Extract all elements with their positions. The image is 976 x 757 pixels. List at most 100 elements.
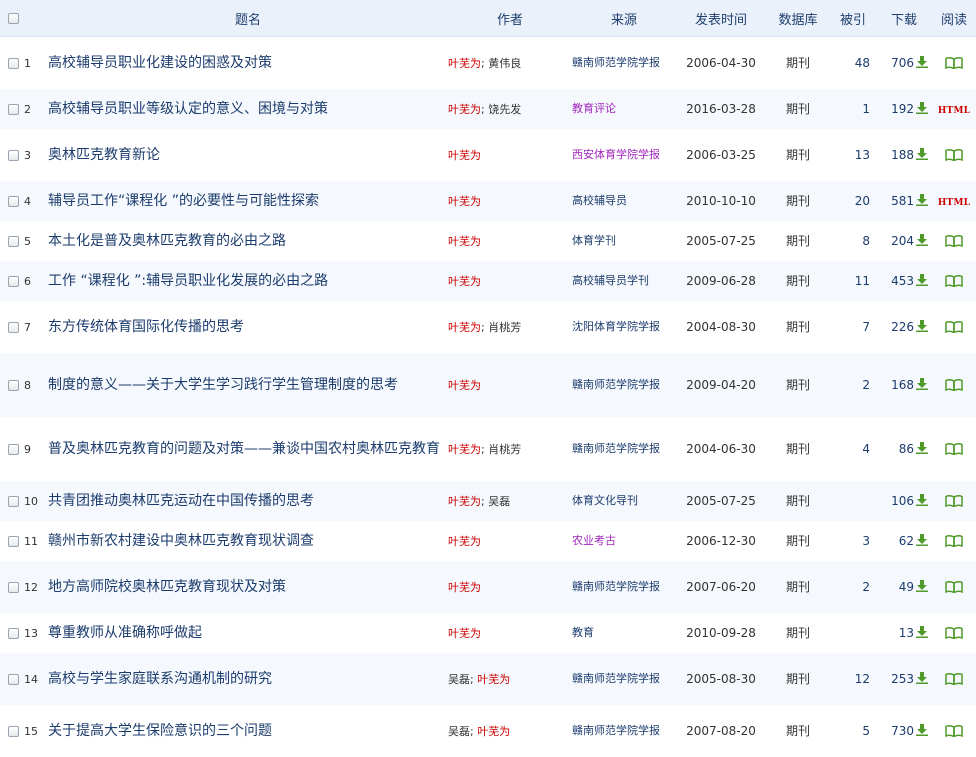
download-icon[interactable]: [916, 579, 928, 592]
cited-count[interactable]: 3: [830, 521, 876, 561]
author-link[interactable]: 叶芜为: [448, 581, 481, 594]
author-link[interactable]: 叶芜为: [448, 235, 481, 248]
download-icon[interactable]: [916, 55, 928, 68]
download-icon[interactable]: [916, 273, 928, 286]
header-title[interactable]: 题名: [48, 0, 448, 37]
download-icon[interactable]: [916, 377, 928, 390]
article-title-link[interactable]: 关于提高大学生保险意识的三个问题: [48, 705, 448, 757]
source-link[interactable]: 赣南师范学院学报: [572, 417, 676, 481]
cited-count[interactable]: 1: [830, 89, 876, 129]
row-checkbox[interactable]: [8, 581, 19, 593]
article-title-link[interactable]: 工作 “课程化 ”:辅导员职业化发展的必由之路: [48, 261, 448, 301]
source-link[interactable]: 高校辅导员学刊: [572, 261, 676, 301]
download-cell[interactable]: 453: [876, 261, 932, 301]
download-cell[interactable]: 106: [876, 481, 932, 521]
row-checkbox[interactable]: [8, 321, 19, 333]
article-title-link[interactable]: 奥林匹克教育新论: [48, 129, 448, 181]
row-checkbox[interactable]: [8, 235, 19, 247]
download-cell[interactable]: 226: [876, 301, 932, 353]
download-cell[interactable]: 168: [876, 353, 932, 417]
book-read-icon[interactable]: [945, 235, 963, 248]
download-cell[interactable]: 86: [876, 417, 932, 481]
source-link[interactable]: 教育评论: [572, 89, 676, 129]
author-link[interactable]: 吴磊: [488, 495, 510, 508]
book-read-icon[interactable]: [945, 673, 963, 686]
author-link[interactable]: 吴磊: [448, 673, 470, 686]
row-checkbox[interactable]: [8, 57, 19, 69]
cited-count[interactable]: 48: [830, 37, 876, 89]
download-cell[interactable]: 13: [876, 613, 932, 653]
author-link[interactable]: 叶芜为: [477, 725, 510, 738]
author-link[interactable]: 叶芜为: [448, 535, 481, 548]
html-read-icon[interactable]: HTML: [938, 106, 970, 116]
cited-count[interactable]: 2: [830, 353, 876, 417]
row-checkbox[interactable]: [8, 725, 19, 737]
article-title-link[interactable]: 地方高师院校奥林匹克教育现状及对策: [48, 561, 448, 613]
article-title-link[interactable]: 普及奥林匹克教育的问题及对策——兼谈中国农村奥林匹克教育: [48, 417, 448, 481]
html-read-icon[interactable]: HTML: [938, 198, 970, 208]
book-read-icon[interactable]: [945, 57, 963, 70]
row-checkbox[interactable]: [8, 149, 19, 161]
header-cited[interactable]: 被引: [830, 0, 876, 37]
article-title-link[interactable]: 尊重教师从准确称呼做起: [48, 613, 448, 653]
author-link[interactable]: 叶芜为: [448, 57, 481, 70]
header-source[interactable]: 来源: [572, 0, 676, 37]
author-link[interactable]: 肖桃芳: [488, 443, 521, 456]
download-cell[interactable]: 581: [876, 181, 932, 221]
cited-count[interactable]: [830, 613, 876, 653]
row-checkbox[interactable]: [8, 495, 19, 507]
author-link[interactable]: 叶芜为: [448, 103, 481, 116]
author-link[interactable]: 叶芜为: [448, 275, 481, 288]
source-link[interactable]: 高校辅导员: [572, 181, 676, 221]
cited-count[interactable]: 12: [830, 653, 876, 705]
author-link[interactable]: 黄伟良: [488, 57, 521, 70]
book-read-icon[interactable]: [945, 275, 963, 288]
download-icon[interactable]: [916, 671, 928, 684]
cited-count[interactable]: [830, 481, 876, 521]
article-title-link[interactable]: 高校与学生家庭联系沟通机制的研究: [48, 653, 448, 705]
header-database[interactable]: 数据库: [766, 0, 830, 37]
cited-count[interactable]: 5: [830, 705, 876, 757]
article-title-link[interactable]: 制度的意义——关于大学生学习践行学生管理制度的思考: [48, 353, 448, 417]
author-link[interactable]: 吴磊: [448, 725, 470, 738]
author-link[interactable]: 肖桃芳: [488, 321, 521, 334]
cited-count[interactable]: 8: [830, 221, 876, 261]
book-read-icon[interactable]: [945, 581, 963, 594]
source-link[interactable]: 体育学刊: [572, 221, 676, 261]
author-link[interactable]: 叶芜为: [448, 443, 481, 456]
source-link[interactable]: 赣南师范学院学报: [572, 705, 676, 757]
book-read-icon[interactable]: [945, 149, 963, 162]
book-read-icon[interactable]: [945, 495, 963, 508]
article-title-link[interactable]: 赣州市新农村建设中奥林匹克教育现状调查: [48, 521, 448, 561]
source-link[interactable]: 农业考古: [572, 521, 676, 561]
article-title-link[interactable]: 本土化是普及奥林匹克教育的必由之路: [48, 221, 448, 261]
download-icon[interactable]: [916, 533, 928, 546]
download-icon[interactable]: [916, 193, 928, 206]
cited-count[interactable]: 7: [830, 301, 876, 353]
cited-count[interactable]: 20: [830, 181, 876, 221]
book-read-icon[interactable]: [945, 627, 963, 640]
download-cell[interactable]: 49: [876, 561, 932, 613]
article-title-link[interactable]: 东方传统体育国际化传播的思考: [48, 301, 448, 353]
select-all-checkbox[interactable]: [8, 12, 19, 24]
row-checkbox[interactable]: [8, 627, 19, 639]
book-read-icon[interactable]: [945, 321, 963, 334]
row-checkbox[interactable]: [8, 673, 19, 685]
author-link[interactable]: 叶芜为: [448, 149, 481, 162]
row-checkbox[interactable]: [8, 443, 19, 455]
book-read-icon[interactable]: [945, 443, 963, 456]
download-cell[interactable]: 192: [876, 89, 932, 129]
header-downloads[interactable]: 下载: [876, 0, 932, 37]
article-title-link[interactable]: 高校辅导员职业等级认定的意义、困境与对策: [48, 89, 448, 129]
cited-count[interactable]: 13: [830, 129, 876, 181]
article-title-link[interactable]: 高校辅导员职业化建设的困惑及对策: [48, 37, 448, 89]
cited-count[interactable]: 4: [830, 417, 876, 481]
author-link[interactable]: 叶芜为: [448, 195, 481, 208]
article-title-link[interactable]: 辅导员工作“课程化 ”的必要性与可能性探索: [48, 181, 448, 221]
download-icon[interactable]: [916, 723, 928, 736]
download-icon[interactable]: [916, 101, 928, 114]
author-link[interactable]: 饶先发: [488, 103, 521, 116]
row-checkbox[interactable]: [8, 103, 19, 115]
download-cell[interactable]: 62: [876, 521, 932, 561]
header-date[interactable]: 发表时间: [676, 0, 766, 37]
